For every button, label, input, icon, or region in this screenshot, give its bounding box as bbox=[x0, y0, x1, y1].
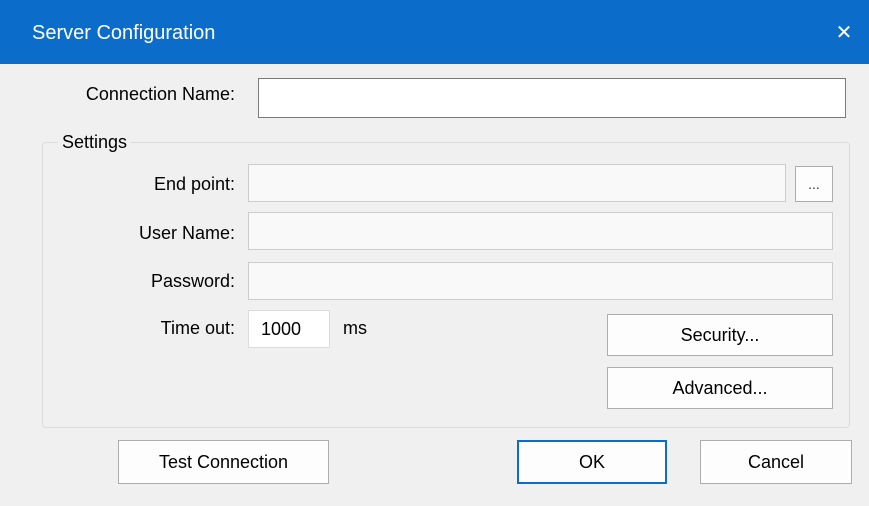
cancel-button[interactable]: Cancel bbox=[700, 440, 852, 484]
close-icon[interactable]: ✕ bbox=[826, 14, 862, 50]
settings-group-label: Settings bbox=[58, 132, 132, 153]
timeout-label: Time out: bbox=[160, 318, 235, 338]
ok-button[interactable]: OK bbox=[517, 440, 667, 484]
test-connection-button[interactable]: Test Connection bbox=[118, 440, 329, 484]
password-label: Password: bbox=[150, 271, 235, 291]
timeout-unit-label: ms bbox=[343, 318, 367, 338]
window-title: Server Configuration bbox=[32, 22, 216, 44]
advanced-button[interactable]: Advanced... bbox=[607, 367, 833, 409]
endpoint-label: End point: bbox=[153, 174, 235, 194]
security-button[interactable]: Security... bbox=[607, 314, 833, 356]
connection-name-input[interactable] bbox=[258, 78, 846, 118]
password-input[interactable] bbox=[248, 262, 833, 300]
connection-name-label: Connection Name: bbox=[85, 84, 235, 104]
browse-endpoint-button[interactable]: ... bbox=[795, 166, 833, 202]
title-bar: Server Configuration ✕ bbox=[0, 0, 869, 64]
username-label: User Name: bbox=[138, 223, 235, 243]
server-configuration-dialog: Server Configuration ✕ Connection Name: … bbox=[0, 0, 869, 506]
username-input[interactable] bbox=[248, 212, 833, 250]
endpoint-input[interactable] bbox=[248, 164, 786, 202]
timeout-input[interactable] bbox=[248, 310, 330, 348]
